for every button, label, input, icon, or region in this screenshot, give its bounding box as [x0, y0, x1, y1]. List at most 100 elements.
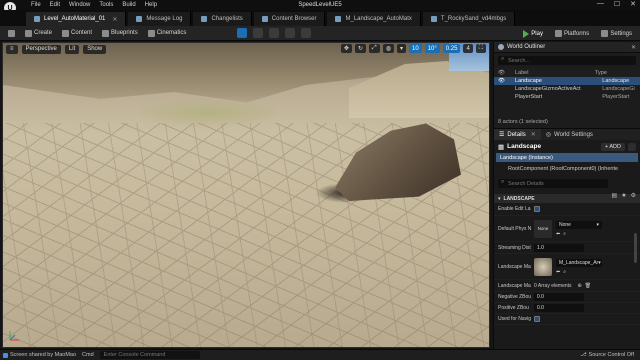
- tab-message-log[interactable]: Message Log: [128, 12, 192, 26]
- scale-tool-icon[interactable]: ⤢: [368, 44, 380, 53]
- label-column-header[interactable]: Label: [505, 70, 595, 76]
- platforms-button[interactable]: Platforms: [551, 28, 593, 39]
- foliage-mode-icon[interactable]: [269, 28, 280, 38]
- perspective-button[interactable]: Perspective: [21, 44, 61, 54]
- show-button[interactable]: Show: [83, 44, 107, 54]
- tab-changelists[interactable]: Changelists: [193, 12, 252, 26]
- root-component-row[interactable]: RootComponent (RootComponent0) (Inherite: [496, 164, 638, 173]
- menu-tools[interactable]: Tools: [99, 2, 113, 8]
- used-for-navigation-checkbox[interactable]: [534, 316, 540, 322]
- add-component-button[interactable]: + ADD: [600, 142, 625, 151]
- type-column-header[interactable]: Type: [595, 70, 607, 76]
- enable-edit-layers-checkbox[interactable]: [534, 206, 540, 212]
- search-asset-icon[interactable]: ⌕: [563, 269, 566, 275]
- instance-row[interactable]: Landscape (Instance): [496, 153, 638, 162]
- modeling-mode-icon[interactable]: [301, 28, 312, 38]
- phys-material-dropdown[interactable]: None ▾: [556, 220, 602, 229]
- visibility-icon[interactable]: 👁: [498, 70, 505, 76]
- perspective-label: Perspective: [25, 46, 57, 52]
- save-button[interactable]: [4, 28, 19, 39]
- tab-label: Level_AutoMaterial_01: [44, 16, 106, 22]
- content-button[interactable]: Content: [58, 28, 96, 39]
- source-control-status[interactable]: ⎇ Source Control Off: [580, 352, 634, 358]
- positive-z-bounds-field[interactable]: 0.0: [534, 304, 584, 312]
- eye-icon[interactable]: 👁: [498, 78, 505, 84]
- tab-texture[interactable]: T_RockySand_vd4mbgs: [422, 12, 516, 26]
- property-matrix-icon[interactable]: ▤: [612, 192, 618, 199]
- angle-snap-button[interactable]: 10°: [424, 44, 440, 53]
- property-row: Enable Edit La: [494, 203, 640, 216]
- outliner-row[interactable]: PlayerStart PlayerStart: [494, 93, 640, 101]
- close-tab-icon[interactable]: ✕: [112, 16, 117, 23]
- property-row: Landscape Ma M_Landscape_Ar ▾ ⬅ ⌕: [494, 254, 640, 280]
- menu-file[interactable]: File: [31, 2, 41, 8]
- move-tool-icon[interactable]: ✥: [340, 44, 352, 53]
- add-element-icon[interactable]: ⊕: [578, 283, 582, 289]
- outliner-row[interactable]: 👁 Landscape Landscape: [494, 77, 640, 85]
- menu-edit[interactable]: Edit: [50, 2, 60, 8]
- world-outliner-tab[interactable]: World Outliner ✕: [494, 42, 640, 53]
- browse-arrow-icon[interactable]: ⬅: [556, 231, 560, 237]
- menu-build[interactable]: Build: [122, 2, 135, 8]
- landscape-material-thumbnail[interactable]: [534, 257, 552, 276]
- blueprints-button[interactable]: Blueprints: [98, 28, 142, 39]
- landscape-mode-icon[interactable]: [253, 28, 264, 38]
- level-viewport[interactable]: ≡ Perspective Lit Show ✥ ↻ ⤢ ◍ ▾ 10 10° …: [2, 42, 490, 348]
- world-local-icon[interactable]: ◍: [382, 44, 394, 53]
- close-window-button[interactable]: ✕: [630, 0, 636, 8]
- streaming-distance-field[interactable]: 1.0: [534, 243, 584, 252]
- lock-icon[interactable]: ★: [621, 192, 626, 199]
- viewport-menu-button[interactable]: ≡: [6, 44, 18, 54]
- cmd-label[interactable]: Cmd: [82, 352, 94, 358]
- menu-window[interactable]: Window: [69, 2, 90, 8]
- section-label: LANDSCAPE: [503, 195, 535, 202]
- tab-details[interactable]: ☰ Details ✕: [494, 129, 541, 140]
- minimize-button[interactable]: —: [597, 0, 604, 8]
- search-asset-icon[interactable]: ⌕: [563, 231, 566, 237]
- tab-material[interactable]: M_Landscape_AutoMatx: [327, 12, 421, 26]
- details-search-input[interactable]: Search Details: [498, 179, 608, 188]
- blueprint-component-icon[interactable]: [628, 142, 636, 151]
- select-mode-icon[interactable]: [237, 28, 248, 38]
- close-tab-icon[interactable]: ✕: [531, 131, 536, 138]
- rotate-tool-icon[interactable]: ↻: [354, 44, 366, 53]
- material-icon: [335, 16, 342, 22]
- lit-button[interactable]: Lit: [64, 44, 80, 54]
- world-outliner-title: World Outliner: [507, 44, 546, 50]
- actor-count: 8 actors (1 selected): [498, 119, 548, 125]
- tab-content-browser[interactable]: Content Browser: [253, 12, 326, 26]
- tab-level[interactable]: Level_AutoMaterial_01 ✕: [26, 12, 127, 26]
- cinematics-button[interactable]: Cinematics: [144, 28, 191, 39]
- camera-speed-button[interactable]: 4: [463, 44, 473, 53]
- create-button[interactable]: Create: [21, 28, 56, 39]
- negative-z-bounds-field[interactable]: 0.0: [534, 293, 584, 301]
- maximize-button[interactable]: ☐: [614, 0, 620, 8]
- phys-material-thumbnail[interactable]: None: [534, 219, 552, 238]
- console-command-input[interactable]: Enter Console Command: [99, 351, 200, 359]
- browse-arrow-icon[interactable]: ⬅: [556, 269, 560, 275]
- surface-snap-icon[interactable]: ▾: [396, 44, 406, 53]
- tab-label: Changelists: [211, 16, 243, 22]
- message-log-icon: [136, 16, 143, 22]
- tab-world-settings[interactable]: ◎ World Settings: [541, 129, 598, 140]
- content-label: Content: [71, 30, 93, 36]
- menu-help[interactable]: Help: [145, 2, 157, 8]
- grid-snap-button[interactable]: 10: [409, 44, 422, 53]
- property-row: Used for Navig: [494, 314, 640, 325]
- mesh-paint-mode-icon[interactable]: [285, 28, 296, 38]
- outliner-row[interactable]: LandscapeGizmoActiveAct LandscapeGi: [494, 85, 640, 93]
- play-button[interactable]: Play: [519, 28, 547, 39]
- settings-button[interactable]: Settings: [597, 28, 636, 39]
- outliner-search-input[interactable]: Search...: [498, 56, 636, 65]
- delete-icon[interactable]: 🗑: [585, 283, 591, 289]
- cinematics-icon: [147, 29, 155, 37]
- maximize-viewport-icon[interactable]: ⛶: [475, 44, 486, 53]
- save-icon: [8, 29, 15, 37]
- scale-snap-button[interactable]: 0.25: [442, 44, 461, 53]
- close-panel-icon[interactable]: ✕: [631, 44, 636, 51]
- landscape-material-dropdown[interactable]: M_Landscape_Ar ▾: [556, 258, 602, 267]
- landscape-icon: ▦: [498, 143, 505, 151]
- asset-actions: ⬅ ⌕: [556, 269, 602, 275]
- gear-icon[interactable]: ⚙: [631, 192, 636, 199]
- details-scrollbar[interactable]: [634, 233, 637, 263]
